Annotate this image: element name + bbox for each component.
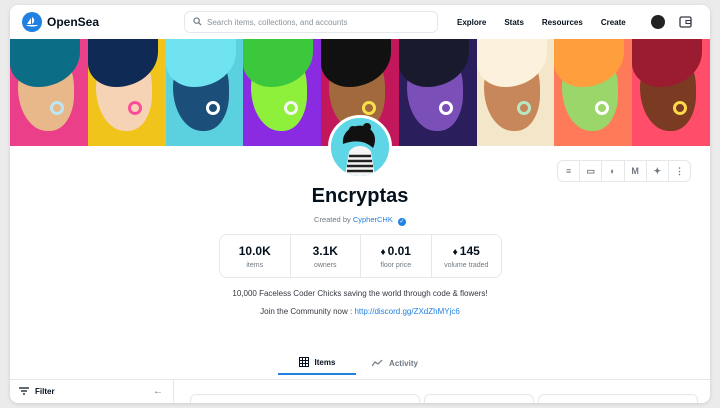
tab-items[interactable]: Items	[278, 351, 356, 375]
search-icon	[193, 13, 202, 31]
stat-items[interactable]: 10.0K items	[220, 235, 291, 277]
search-input[interactable]	[207, 17, 427, 27]
nav-resources[interactable]: Resources	[542, 18, 583, 27]
stat-value: 0.01	[387, 243, 411, 258]
banner-art-panel	[243, 39, 322, 146]
tab-activity[interactable]: Activity	[356, 351, 434, 375]
tab-label: Items	[314, 357, 336, 367]
creator-link[interactable]: CypherCHK	[353, 215, 393, 224]
opensea-logo-icon	[22, 12, 42, 32]
banner-art-panel	[398, 39, 477, 146]
nft-card[interactable]	[538, 394, 698, 403]
browser-frame: OpenSea Explore Stats Resources Create	[10, 5, 710, 403]
stat-value-row: ♦ 0.01	[381, 244, 411, 258]
filter-icon	[19, 386, 29, 397]
collection-tabs: Items Activity	[278, 351, 434, 375]
activity-icon[interactable]: ≡	[558, 161, 581, 181]
nft-card[interactable]	[190, 394, 420, 403]
twitter-icon[interactable]: ✦	[647, 161, 669, 181]
collection-avatar	[328, 115, 392, 179]
nav-explore[interactable]: Explore	[457, 18, 486, 27]
banner-art-panel	[554, 39, 633, 146]
nft-card[interactable]	[424, 394, 534, 403]
nav-create[interactable]: Create	[601, 18, 626, 27]
main-nav: Explore Stats Resources Create	[448, 18, 635, 27]
stat-label: owners	[313, 261, 337, 269]
stat-value: 10.0K	[238, 243, 271, 258]
created-by-line: Created by CypherCHK ✓	[10, 215, 710, 226]
banner-art-panel	[632, 39, 710, 146]
filter-panel-header[interactable]: Filter ←	[10, 380, 174, 403]
website-icon[interactable]: ▭	[580, 161, 603, 181]
discord-invite-link[interactable]: http://discord.gg/ZXdZhMYjc6	[354, 307, 459, 316]
stat-label: items	[246, 261, 264, 269]
collection-title: Encryptas	[311, 185, 409, 207]
discord-icon[interactable]: ◐	[602, 161, 625, 181]
stat-volume-traded[interactable]: ♦ 145 volume traded	[432, 235, 502, 277]
opensea-logo[interactable]: OpenSea	[22, 12, 184, 32]
banner-art-panel	[87, 39, 166, 146]
community-line: Join the Community now : http://discord.…	[10, 307, 710, 316]
nav-stats[interactable]: Stats	[504, 18, 524, 27]
medium-icon[interactable]: M	[625, 161, 647, 181]
banner-art-panel	[10, 39, 88, 146]
more-icon[interactable]: ⋮	[669, 161, 690, 181]
grid-icon	[298, 357, 309, 367]
stat-value: 145	[459, 243, 480, 258]
tab-label: Activity	[389, 358, 418, 368]
stat-owners[interactable]: 3.1K owners	[291, 235, 361, 277]
filter-label: Filter	[35, 387, 55, 396]
collection-description: 10,000 Faceless Coder Chicks saving the …	[232, 289, 488, 298]
search-bar[interactable]	[184, 11, 438, 33]
banner-art-panel	[165, 39, 244, 146]
collection-stats: 10.0K items 3.1K owners ♦ 0.01 floor pric…	[219, 234, 502, 278]
collapse-arrow-icon[interactable]: ←	[153, 386, 163, 397]
stat-label: floor price	[380, 261, 412, 269]
content-toolbar: Filter ←	[10, 379, 710, 403]
stat-floor-price[interactable]: ♦ 0.01 floor price	[361, 235, 432, 277]
community-label: Join the Community now :	[260, 307, 353, 316]
brand-name: OpenSea	[47, 15, 100, 29]
verified-badge-icon: ✓	[397, 218, 406, 226]
social-links-bar: ≡ ▭ ◐ M ✦ ⋮	[557, 160, 691, 182]
top-navigation-bar: OpenSea Explore Stats Resources Create	[10, 5, 710, 39]
ethereum-icon: ♦	[380, 246, 386, 258]
created-by-label: Created by	[314, 215, 351, 224]
stat-value: 3.1K	[312, 243, 338, 258]
stat-value-row: ♦ 145	[453, 244, 480, 258]
wallet-icon[interactable]	[679, 15, 693, 29]
ethereum-icon: ♦	[452, 246, 458, 258]
banner-art-panel	[476, 39, 555, 146]
user-avatar-icon[interactable]	[650, 15, 665, 29]
stat-label: volume traded	[444, 261, 489, 269]
activity-chart-icon	[372, 359, 383, 367]
